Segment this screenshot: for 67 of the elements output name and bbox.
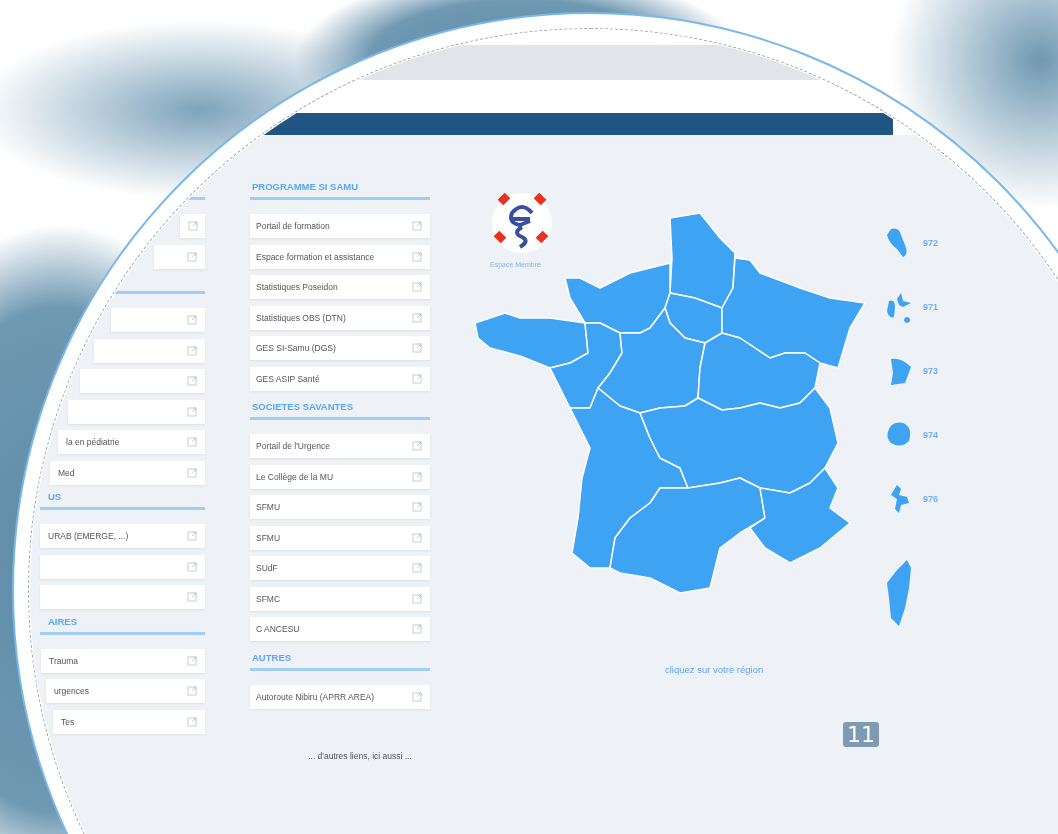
external-link-icon	[187, 406, 197, 417]
link-item[interactable]: urgences	[46, 679, 205, 703]
link-item[interactable]: Portail de l'Urgence	[250, 434, 430, 458]
link-item[interactable]: SFMC	[250, 586, 430, 611]
link-item[interactable]	[80, 369, 205, 393]
external-link-icon	[188, 221, 198, 231]
territory-code: 974	[923, 430, 939, 440]
link-item[interactable]: la en pédiatrie	[58, 430, 205, 454]
link-item[interactable]: C ANCESU	[250, 617, 430, 641]
slide-number: 11	[843, 722, 879, 747]
external-link-icon	[187, 592, 197, 602]
external-link-icon	[412, 471, 422, 482]
link-item[interactable]: SUdF	[250, 556, 430, 580]
territory-code: 971	[923, 302, 939, 312]
external-link-icon	[187, 655, 197, 666]
more-links-link[interactable]: ... d'autres liens, ici aussi ...	[308, 751, 412, 761]
territory-code: 973	[923, 366, 939, 376]
section-heading: US	[48, 491, 62, 502]
external-link-icon	[187, 531, 197, 541]
external-link-icon	[412, 343, 422, 353]
territory-code: 976	[923, 494, 939, 504]
link-item[interactable]	[154, 244, 205, 269]
external-link-icon	[187, 437, 197, 447]
external-link-icon	[187, 376, 197, 386]
link-item[interactable]: Statistiques OBS (DTN)	[250, 305, 430, 330]
external-link-icon	[412, 251, 422, 262]
external-link-icon	[187, 345, 197, 356]
link-item[interactable]: Med	[50, 460, 205, 485]
link-item[interactable]: GES SI-Samu (DGS)	[250, 336, 430, 360]
external-link-icon	[187, 251, 197, 262]
external-link-icon	[412, 563, 422, 573]
logo-icon[interactable]	[490, 191, 554, 255]
external-link-icon	[187, 315, 197, 325]
link-item[interactable]: Autoroute Nibiru (APRR AREA)	[250, 684, 430, 709]
external-link-icon	[412, 624, 422, 634]
link-item[interactable]: SFMU	[250, 495, 430, 519]
external-link-icon	[412, 502, 422, 512]
link-item[interactable]: Statistiques Poseidon	[250, 275, 430, 299]
section-heading: SOCIETES SAVANTES	[252, 401, 353, 412]
external-link-icon	[187, 467, 197, 478]
external-link-icon	[412, 373, 422, 384]
external-link-icon	[412, 282, 422, 292]
territory-code: 972	[923, 238, 939, 248]
link-item[interactable]: Portail de formation	[250, 214, 430, 238]
link-item[interactable]: Espace formation et assistance	[250, 244, 430, 269]
external-link-icon	[412, 532, 422, 543]
section-heading: PROGRAMME SI SAMU	[252, 181, 359, 192]
map-hint: cliquez sur votre région	[665, 664, 764, 675]
external-link-icon	[412, 593, 422, 604]
external-link-icon	[187, 561, 197, 572]
link-item[interactable]	[111, 308, 205, 332]
link-item[interactable]	[94, 338, 205, 363]
external-link-icon	[412, 221, 422, 231]
link-item[interactable]: Tes	[53, 709, 205, 734]
link-item[interactable]: Le Collège de la MU	[250, 464, 430, 489]
link-item[interactable]: SFMU	[250, 525, 430, 550]
link-item[interactable]: GES ASIP Santé	[250, 366, 430, 391]
external-link-icon	[412, 441, 422, 451]
external-link-icon	[412, 312, 422, 323]
section-heading: AUTRES	[252, 651, 292, 663]
link-item[interactable]: Trauma	[41, 648, 205, 673]
link-item[interactable]	[180, 214, 205, 238]
external-link-icon	[412, 691, 422, 702]
link-item[interactable]: URAB (EMERGE, ...)	[40, 524, 205, 548]
external-link-icon	[187, 716, 197, 727]
section-heading: AIRES	[48, 615, 78, 627]
external-link-icon	[187, 686, 197, 696]
